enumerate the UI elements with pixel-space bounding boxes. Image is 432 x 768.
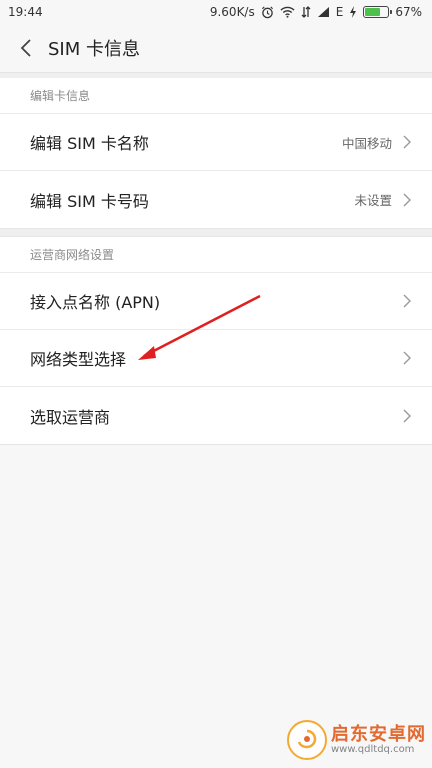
battery-icon (363, 6, 393, 18)
row-label: 接入点名称 (APN) (30, 293, 161, 312)
section-title: 运营商网络设置 (0, 237, 432, 273)
section-edit-card-info: 编辑卡信息 编辑 SIM 卡名称 中国移动 编辑 SIM 卡号码 未设置 (0, 78, 432, 229)
watermark-logo-icon (287, 720, 327, 760)
watermark: 启东安卓网 www.qdltdq.com (287, 720, 426, 760)
page-title: SIM 卡信息 (48, 39, 140, 60)
back-button[interactable] (14, 36, 38, 60)
network-type: E (335, 5, 344, 19)
row-label: 网络类型选择 (30, 350, 127, 369)
status-time: 19:44 (8, 5, 43, 19)
battery-percent: 67% (395, 5, 422, 19)
watermark-url: www.qdltdq.com (331, 744, 415, 756)
status-bar: 19:44 9.60K/s E 67% (0, 0, 432, 24)
chevron-right-icon (402, 408, 412, 424)
header: SIM 卡信息 (0, 24, 432, 72)
row-label: 编辑 SIM 卡名称 (30, 134, 149, 153)
status-icons: 9.60K/s E 67% (210, 5, 422, 19)
row-edit-sim-number[interactable]: 编辑 SIM 卡号码 未设置 (0, 171, 432, 228)
watermark-name: 启东安卓网 (331, 723, 426, 745)
back-arrow-icon (20, 39, 31, 57)
section-divider (0, 229, 432, 237)
chevron-right-icon (402, 350, 412, 366)
row-value: 中国移动 (341, 135, 392, 151)
section-title: 编辑卡信息 (0, 78, 432, 114)
chevron-right-icon (402, 293, 412, 309)
row-edit-sim-name[interactable]: 编辑 SIM 卡名称 中国移动 (0, 114, 432, 171)
charging-icon (349, 6, 357, 18)
section-carrier-network: 运营商网络设置 接入点名称 (APN) 网络类型选择 选取运营商 (0, 237, 432, 445)
row-label: 编辑 SIM 卡号码 (30, 191, 149, 211)
wifi-icon (280, 6, 295, 18)
row-apn[interactable]: 接入点名称 (APN) (0, 273, 432, 330)
chevron-right-icon (402, 192, 412, 208)
chevron-right-icon (402, 134, 412, 150)
alarm-icon (261, 6, 274, 19)
row-network-type[interactable]: 网络类型选择 (0, 330, 432, 387)
data-transfer-icon (301, 6, 311, 18)
row-select-carrier[interactable]: 选取运营商 (0, 387, 432, 444)
signal-icon (317, 6, 330, 18)
row-value: 未设置 (354, 193, 392, 208)
network-speed: 9.60K/s (209, 5, 255, 19)
battery-fill (365, 8, 381, 16)
row-label: 选取运营商 (30, 407, 111, 427)
